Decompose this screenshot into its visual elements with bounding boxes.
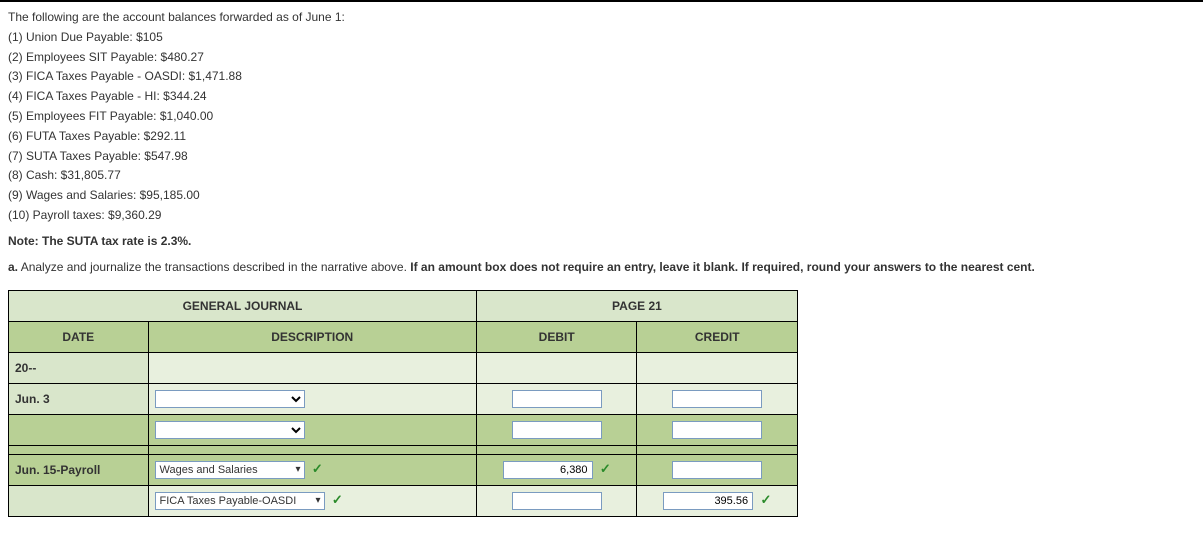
balance-7: (7) SUTA Taxes Payable: $547.98 (8, 148, 1195, 165)
date-jun15: Jun. 15-Payroll (9, 454, 149, 485)
debit-input-4[interactable] (512, 492, 602, 510)
instruction: a. Analyze and journalize the transactio… (8, 258, 1195, 276)
desc-select-2[interactable] (155, 421, 305, 439)
credit-input-1[interactable] (672, 390, 762, 408)
check-icon: ✓ (760, 492, 771, 507)
col-date: DATE (9, 321, 149, 352)
balance-2: (2) Employees SIT Payable: $480.27 (8, 49, 1195, 66)
journal-page: PAGE 21 (476, 290, 797, 321)
balance-10: (10) Payroll taxes: $9,360.29 (8, 207, 1195, 224)
intro-line: The following are the account balances f… (8, 9, 1195, 26)
balance-8: (8) Cash: $31,805.77 (8, 167, 1195, 184)
journal-title: GENERAL JOURNAL (9, 290, 477, 321)
suta-note: Note: The SUTA tax rate is 2.3%. (8, 234, 191, 248)
year-cell: 20-- (9, 352, 149, 383)
general-journal-table: GENERAL JOURNAL PAGE 21 DATE DESCRIPTION… (8, 290, 798, 517)
balance-9: (9) Wages and Salaries: $95,185.00 (8, 187, 1195, 204)
credit-input-3[interactable] (672, 461, 762, 479)
balance-4: (4) FICA Taxes Payable - HI: $344.24 (8, 88, 1195, 105)
desc-select-4[interactable]: FICA Taxes Payable-OASDI (155, 492, 325, 510)
debit-input-3[interactable] (503, 461, 593, 479)
balance-3: (3) FICA Taxes Payable - OASDI: $1,471.8… (8, 68, 1195, 85)
debit-input-1[interactable] (512, 390, 602, 408)
col-description: DESCRIPTION (148, 321, 476, 352)
balance-5: (5) Employees FIT Payable: $1,040.00 (8, 108, 1195, 125)
check-icon: ✓ (312, 461, 323, 476)
desc-select-3[interactable]: Wages and Salaries (155, 461, 305, 479)
check-icon: ✓ (600, 461, 611, 476)
balance-1: (1) Union Due Payable: $105 (8, 29, 1195, 46)
balance-6: (6) FUTA Taxes Payable: $292.11 (8, 128, 1195, 145)
credit-input-4[interactable] (663, 492, 753, 510)
desc-select-1[interactable] (155, 390, 305, 408)
col-credit: CREDIT (637, 321, 798, 352)
debit-input-2[interactable] (512, 421, 602, 439)
col-debit: DEBIT (476, 321, 637, 352)
check-icon: ✓ (332, 492, 343, 507)
date-jun3: Jun. 3 (9, 383, 149, 414)
credit-input-2[interactable] (672, 421, 762, 439)
